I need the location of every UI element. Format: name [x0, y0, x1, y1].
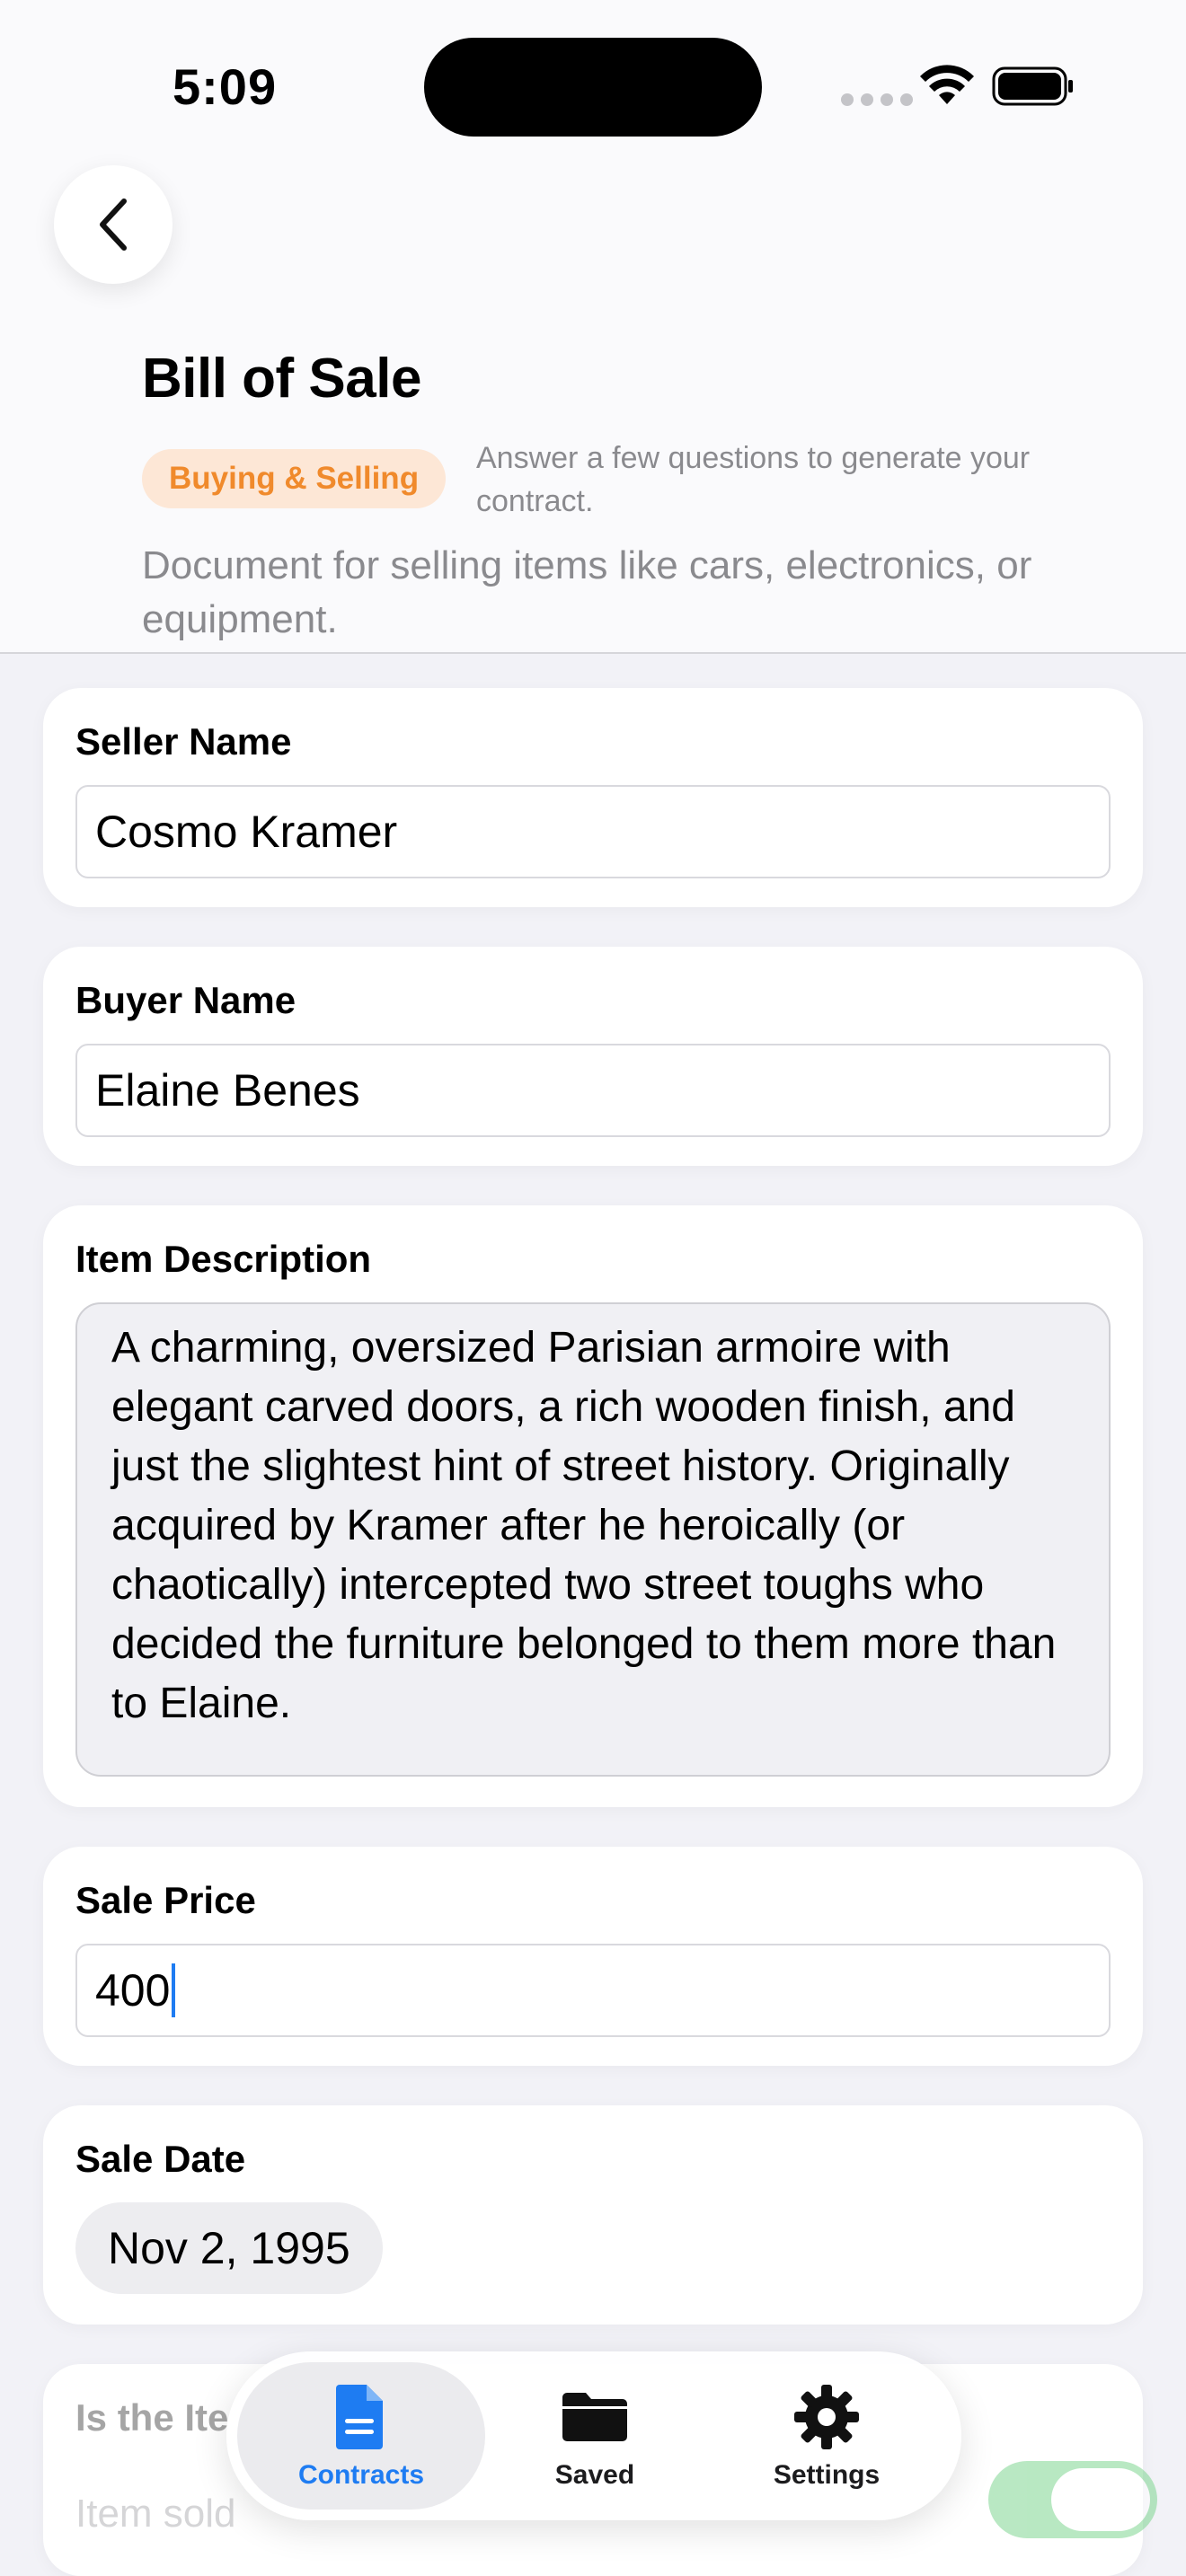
- seller-name-label: Seller Name: [75, 720, 292, 763]
- seller-name-field[interactable]: Cosmo Kramer: [75, 785, 1111, 878]
- tab-saved-label: Saved: [554, 2460, 635, 2490]
- sale-date-picker[interactable]: Nov 2, 1995: [75, 2202, 383, 2294]
- gear-icon: [794, 2385, 859, 2449]
- text-cursor: [172, 1963, 176, 2017]
- item-description-value: A charming, oversized Parisian armoire w…: [111, 1324, 1057, 1727]
- tab-contracts-label: Contracts: [297, 2460, 425, 2490]
- sale-price-card: Sale Price 400: [43, 1847, 1143, 2066]
- sold-as-is-toggle[interactable]: [988, 2461, 1157, 2538]
- back-button[interactable]: [54, 165, 173, 284]
- document-icon: [336, 2385, 383, 2449]
- sale-date-card: Sale Date Nov 2, 1995: [43, 2105, 1143, 2325]
- sale-price-label: Sale Price: [75, 1879, 256, 1921]
- item-description-label: Item Description: [75, 1238, 372, 1280]
- buyer-name-card: Buyer Name Elaine Benes: [43, 947, 1143, 1166]
- cellular-signal-icon: [841, 93, 913, 106]
- wifi-icon: [920, 65, 974, 104]
- seller-name-card: Seller Name Cosmo Kramer: [43, 688, 1143, 907]
- tab-settings-label: Settings: [773, 2460, 881, 2490]
- status-time: 5:09: [173, 58, 278, 115]
- sold-as-is-label: Is the Ite: [75, 2396, 229, 2439]
- tab-saved[interactable]: Saved: [471, 2362, 719, 2510]
- sale-price-field[interactable]: 400: [75, 1944, 1111, 2037]
- folder-icon: [562, 2393, 627, 2441]
- toggle-knob: [1051, 2468, 1150, 2531]
- tab-contracts[interactable]: Contracts: [237, 2362, 485, 2510]
- sold-as-is-subtitle: Item sold: [75, 2492, 236, 2536]
- buyer-name-value: Elaine Benes: [95, 1065, 360, 1116]
- sale-price-value: 400: [95, 1965, 171, 2016]
- tab-bar: Contracts Saved Settings: [226, 2351, 961, 2520]
- instructions-text: Answer a few questions to generate your …: [476, 441, 1031, 518]
- seller-name-value: Cosmo Kramer: [95, 807, 398, 857]
- dynamic-island: [424, 38, 762, 137]
- screen: 5:09 Bill of Sale Buying & Selling Answe…: [0, 0, 1186, 2576]
- buyer-name-label: Buyer Name: [75, 979, 296, 1021]
- item-description-card: Item Description A charming, oversized P…: [43, 1205, 1143, 1807]
- sale-date-label: Sale Date: [75, 2138, 246, 2180]
- page-title: Bill of Sale: [142, 348, 421, 410]
- chevron-left-icon: [100, 198, 127, 251]
- battery-icon: [992, 66, 1073, 106]
- document-description: Document for selling items like cars, el…: [142, 543, 1032, 641]
- header: 5:09 Bill of Sale Buying & Selling Answe…: [0, 0, 1186, 654]
- item-description-field[interactable]: A charming, oversized Parisian armoire w…: [75, 1302, 1111, 1777]
- buyer-name-field[interactable]: Elaine Benes: [75, 1044, 1111, 1137]
- tab-settings[interactable]: Settings: [703, 2362, 951, 2510]
- category-badge: Buying & Selling: [142, 449, 447, 508]
